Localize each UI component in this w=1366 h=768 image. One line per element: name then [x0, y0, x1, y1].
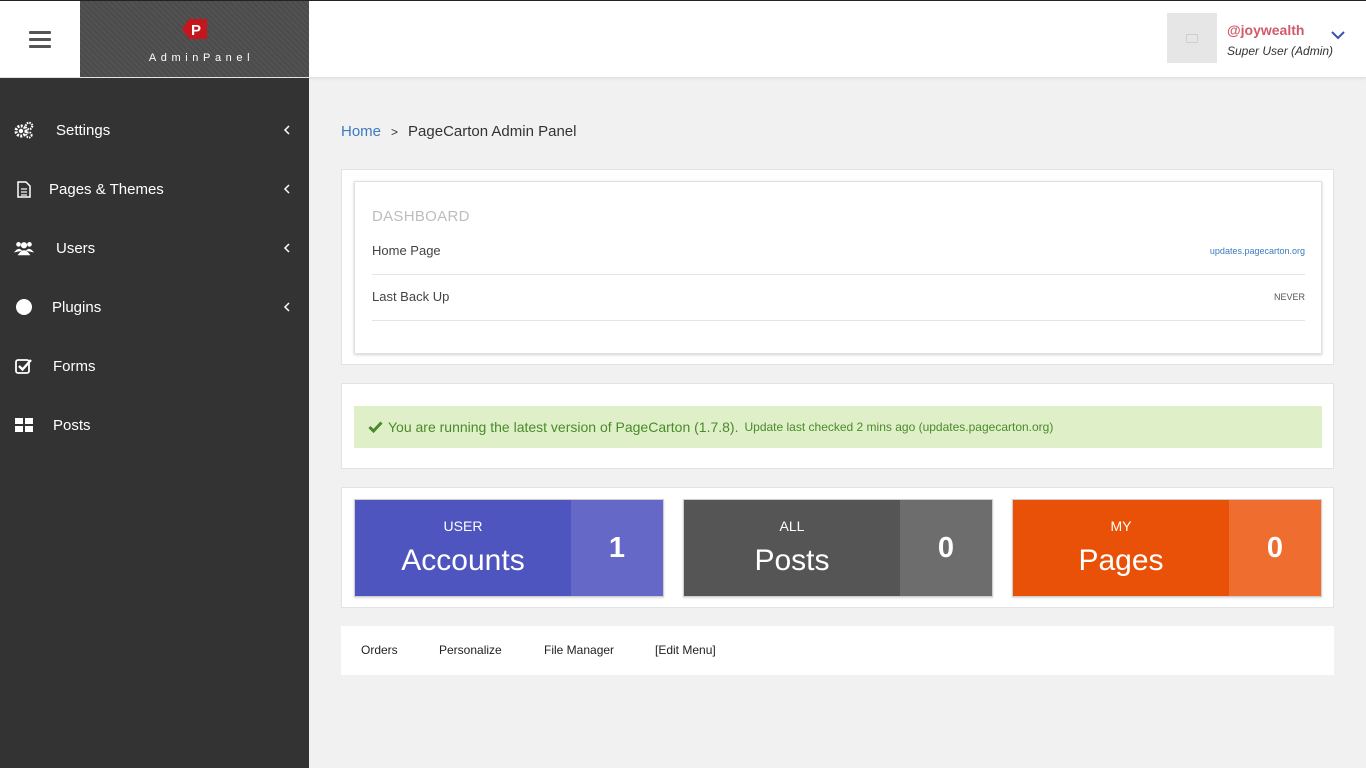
sidebar-item-forms[interactable]: Forms — [0, 343, 309, 389]
stat-big-label: Pages — [1078, 544, 1164, 577]
stat-big-label: Accounts — [401, 544, 525, 577]
dashboard-row-home-page: Home Page updates.pagecarton.org — [372, 229, 1305, 275]
stat-all-posts[interactable]: ALL Posts 0 — [683, 499, 993, 597]
stats-panel: USER Accounts 1 ALL Posts 0 MY Pages 0 — [341, 487, 1334, 608]
update-panel: You are running the latest version of Pa… — [341, 383, 1334, 469]
orders-link[interactable]: Orders — [361, 643, 398, 657]
quick-links-bar: Orders Personalize File Manager [Edit Me… — [341, 626, 1334, 675]
sidebar-item-label: Plugins — [52, 298, 102, 316]
breadcrumb-home-link[interactable]: Home — [341, 123, 381, 140]
dashboard-title: DASHBOARD — [372, 208, 470, 225]
sidebar-item-plugins[interactable]: Plugins — [0, 284, 309, 330]
personalize-link[interactable]: Personalize — [439, 643, 502, 657]
sidebar-item-label: Posts — [53, 416, 91, 434]
grid-icon — [14, 415, 34, 435]
gears-icon — [14, 120, 34, 140]
stat-top-label: MY — [1110, 518, 1132, 534]
logo-letter: P — [191, 22, 201, 39]
user-role: Super User (Admin) — [1227, 44, 1334, 58]
file-manager-link[interactable]: File Manager — [544, 643, 614, 657]
chevron-left-icon — [283, 243, 290, 253]
sidebar-item-pages-themes[interactable]: Pages & Themes — [0, 166, 309, 212]
stat-my-pages[interactable]: MY Pages 0 — [1012, 499, 1322, 597]
sidebar-item-label: Forms — [53, 357, 96, 375]
breadcrumb-separator: > — [391, 124, 399, 139]
update-message: You are running the latest version of Pa… — [388, 419, 739, 435]
hamburger-icon — [29, 27, 51, 52]
row-label: Last Back Up — [372, 289, 450, 304]
stat-count: 0 — [1229, 500, 1321, 596]
edit-menu-link[interactable]: [Edit Menu] — [655, 643, 716, 657]
chevron-left-icon — [283, 184, 290, 194]
sidebar-item-label: Pages & Themes — [49, 180, 164, 198]
stat-main: ALL Posts — [684, 500, 900, 596]
circle-icon — [14, 297, 34, 317]
check-icon — [368, 421, 383, 433]
home-page-link[interactable]: updates.pagecarton.org — [1210, 246, 1305, 256]
sidebar-item-label: Settings — [56, 121, 111, 139]
chevron-down-icon[interactable] — [1330, 29, 1346, 41]
user-menu[interactable]: @joywealth Super User (Admin) — [1146, 1, 1366, 77]
dashboard-row-last-backup: Last Back Up NEVER — [372, 275, 1305, 321]
stat-top-label: USER — [443, 518, 483, 534]
brand-text: AdminPanel — [148, 52, 255, 64]
sidebar-item-posts[interactable]: Posts — [0, 402, 309, 448]
update-alert: You are running the latest version of Pa… — [354, 406, 1322, 448]
stat-main: USER Accounts — [355, 500, 571, 596]
menu-toggle-button[interactable] — [0, 1, 80, 77]
stat-main: MY Pages — [1013, 500, 1229, 596]
top-bar: P AdminPanel @joywealth Super User (Admi… — [0, 0, 1366, 78]
stat-top-label: ALL — [779, 518, 805, 534]
update-subtext: Update last checked 2 mins ago (updates.… — [744, 420, 1054, 434]
stat-count: 0 — [900, 500, 992, 596]
chevron-left-icon — [283, 125, 290, 135]
avatar[interactable] — [1167, 13, 1217, 63]
brand-area[interactable]: P AdminPanel — [80, 1, 309, 77]
stat-user-accounts[interactable]: USER Accounts 1 — [354, 499, 664, 597]
breadcrumb: Home > PageCarton Admin Panel — [341, 123, 576, 140]
stat-big-label: Posts — [754, 544, 830, 577]
username[interactable]: @joywealth — [1227, 22, 1304, 38]
image-placeholder-icon — [1186, 33, 1198, 43]
logo-icon: P — [182, 19, 207, 39]
sidebar-item-label: Users — [56, 239, 96, 257]
breadcrumb-current: PageCarton Admin Panel — [408, 123, 577, 140]
dashboard-card: DASHBOARD Home Page updates.pagecarton.o… — [354, 181, 1322, 354]
stat-count: 1 — [571, 500, 663, 596]
chevron-left-icon — [283, 302, 290, 312]
sidebar-item-users[interactable]: Users — [0, 225, 309, 271]
dashboard-panel: DASHBOARD Home Page updates.pagecarton.o… — [341, 169, 1334, 365]
row-label: Home Page — [372, 243, 441, 258]
users-icon — [14, 238, 34, 258]
sidebar: Settings Pages & Themes Users Plugins Fo… — [0, 78, 309, 768]
last-backup-value: NEVER — [1273, 292, 1305, 302]
sidebar-item-settings[interactable]: Settings — [0, 107, 309, 153]
checkbox-icon — [14, 356, 34, 376]
document-icon — [14, 179, 34, 199]
